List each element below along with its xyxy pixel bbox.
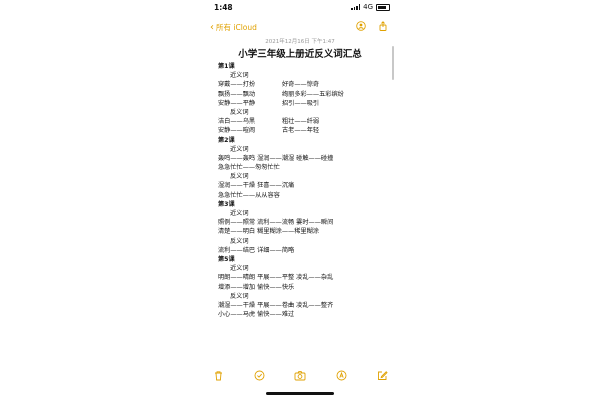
note-line-text: 反义词 (230, 173, 249, 181)
note-line: 增添——增加 愉快——快乐 (218, 283, 393, 292)
note-line-text: 清楚——明白 糊里糊涂——稀里糊涂 (218, 228, 319, 236)
note-line-text: 穿戴——打扮 (218, 81, 256, 89)
note-line: 明朗——晴朗 平展——平整 凌乱——杂乱 (218, 273, 393, 282)
note-line-text: 近义词 (230, 145, 249, 153)
section-label: 近义词 (218, 71, 393, 80)
note-line-text: 小心——马虎 愉快——难过 (218, 311, 295, 319)
note-line-text: 第3课 (218, 200, 235, 208)
home-indicator[interactable] (266, 392, 334, 395)
share-icon[interactable] (378, 21, 388, 31)
note-line-text: 急急忙忙——匆匆忙忙 (218, 164, 280, 172)
note-line: 潮湿——干燥 平展——卷曲 凌乱——整齐 (218, 301, 393, 310)
lesson-heading: 第5课 (218, 255, 393, 264)
note-line-text-col2: 绚丽多彩——五彩缤纷 (282, 90, 344, 98)
phone-screen: 1:48 4G ‹ 所有 iCloud 2021年12月16日 下午1:47 小… (202, 0, 398, 400)
note-line-text: 近义词 (230, 265, 249, 273)
note-line-text-col2: 粗壮——纤弱 (282, 118, 320, 126)
note-line: 飘扬——飘动 绚丽多彩——五彩缤纷 (218, 90, 393, 99)
lesson-heading: 第3课 (218, 200, 393, 209)
note-line: 安静——平静 招引——吸引 (218, 99, 393, 108)
nav-bar: ‹ 所有 iCloud (202, 20, 398, 36)
note-line-text: 照例——照常 流利——流畅 霎时——瞬间 (218, 219, 334, 227)
note-line-text: 安静——平静 (218, 99, 256, 107)
note-line: 湿润——干燥 狂喜——沉痛 (218, 181, 393, 190)
note-line-text: 安静——喧闹 (218, 127, 256, 135)
note-line: 小心——马虎 愉快——难过 (218, 310, 393, 319)
section-label: 近义词 (218, 264, 393, 273)
network-label: 4G (363, 3, 373, 11)
note-line-text: 增添——增加 愉快——快乐 (218, 283, 295, 291)
note-line-text-col2: 招引——吸引 (282, 99, 320, 107)
note-body[interactable]: 第1课 近义词 穿戴——打扮 好奇——惊奇 飘扬——飘动 绚丽多彩——五彩缤纷 安静——平静… (218, 62, 393, 319)
camera-icon[interactable] (294, 369, 306, 381)
note-line-text: 飘扬——飘动 (218, 90, 256, 98)
lesson-heading: 第1课 (218, 62, 393, 71)
lesson-heading: 第2课 (218, 136, 393, 145)
status-bar: 1:48 4G (202, 0, 398, 14)
status-indicators: 4G (351, 3, 390, 11)
compose-icon[interactable] (376, 369, 388, 381)
note-line-text: 洁白——乌黑 (218, 118, 256, 126)
note-line: 急急忙忙——从从容容 (218, 191, 393, 200)
note-line-text: 湿润——干燥 狂喜——沉痛 (218, 182, 295, 190)
section-label: 近义词 (218, 145, 393, 154)
note-line-text: 反义词 (230, 237, 249, 245)
chevron-left-icon: ‹ (210, 21, 214, 33)
section-label: 反义词 (218, 237, 393, 246)
note-line-text: 明朗——晴朗 平展——平整 凌乱——杂乱 (218, 274, 334, 282)
note-line: 轰鸣——轰鸣 湿润——潮湿 碰触——碰撞 (218, 154, 393, 163)
note-line-text: 反义词 (230, 292, 249, 300)
note-date: 2021年12月16日 下午1:47 (265, 39, 335, 45)
scrollbar[interactable] (392, 46, 394, 80)
trash-icon[interactable] (212, 369, 224, 381)
note-line-text: 近义词 (230, 210, 249, 217)
share-person-icon[interactable] (356, 21, 366, 31)
note-line: 清楚——明白 糊里糊涂——稀里糊涂 (218, 227, 393, 236)
note-line-text: 近义词 (230, 72, 249, 80)
note-line-text: 反义词 (230, 108, 249, 116)
note-title[interactable]: 小学三年级上册近反义词汇总 (202, 46, 398, 60)
note-line-text: 急急忙忙——从从容容 (218, 191, 280, 199)
note-line: 洁白——乌黑 粗壮——纤弱 (218, 117, 393, 126)
status-time: 1:48 (214, 3, 233, 12)
back-button[interactable]: ‹ 所有 iCloud (210, 22, 257, 33)
signal-icon (351, 4, 361, 10)
note-line-text-col2: 好奇——惊奇 (282, 81, 320, 89)
note-line: 安静——喧闹 古老——年轻 (218, 126, 393, 135)
note-line-text: 第2课 (218, 136, 235, 144)
nav-actions (356, 21, 388, 31)
note-line: 急急忙忙——匆匆忙忙 (218, 163, 393, 172)
section-label: 反义词 (218, 108, 393, 117)
note-line-text: 第1课 (218, 63, 235, 70)
note-line: 穿戴——打扮 好奇——惊奇 (218, 80, 393, 89)
bottom-toolbar (202, 366, 398, 384)
battery-icon (376, 3, 390, 11)
checklist-icon[interactable] (253, 369, 265, 381)
section-label: 反义词 (218, 292, 393, 301)
note-line-text: 第5课 (218, 255, 235, 263)
note-line-text: 潮湿——干燥 平展——卷曲 凌乱——整齐 (218, 301, 334, 309)
markup-icon[interactable] (335, 369, 347, 381)
note-line-text: 轰鸣——轰鸣 湿润——潮湿 碰触——碰撞 (218, 154, 334, 162)
section-label: 近义词 (218, 209, 393, 218)
section-label: 反义词 (218, 172, 393, 181)
note-line-text-col2: 古老——年轻 (282, 127, 320, 135)
note-line-text: 流利——结巴 详细——简略 (218, 246, 295, 254)
note-line: 照例——照常 流利——流畅 霎时——瞬间 (218, 218, 393, 227)
note-line: 流利——结巴 详细——简略 (218, 246, 393, 255)
back-label: 所有 iCloud (216, 23, 257, 32)
